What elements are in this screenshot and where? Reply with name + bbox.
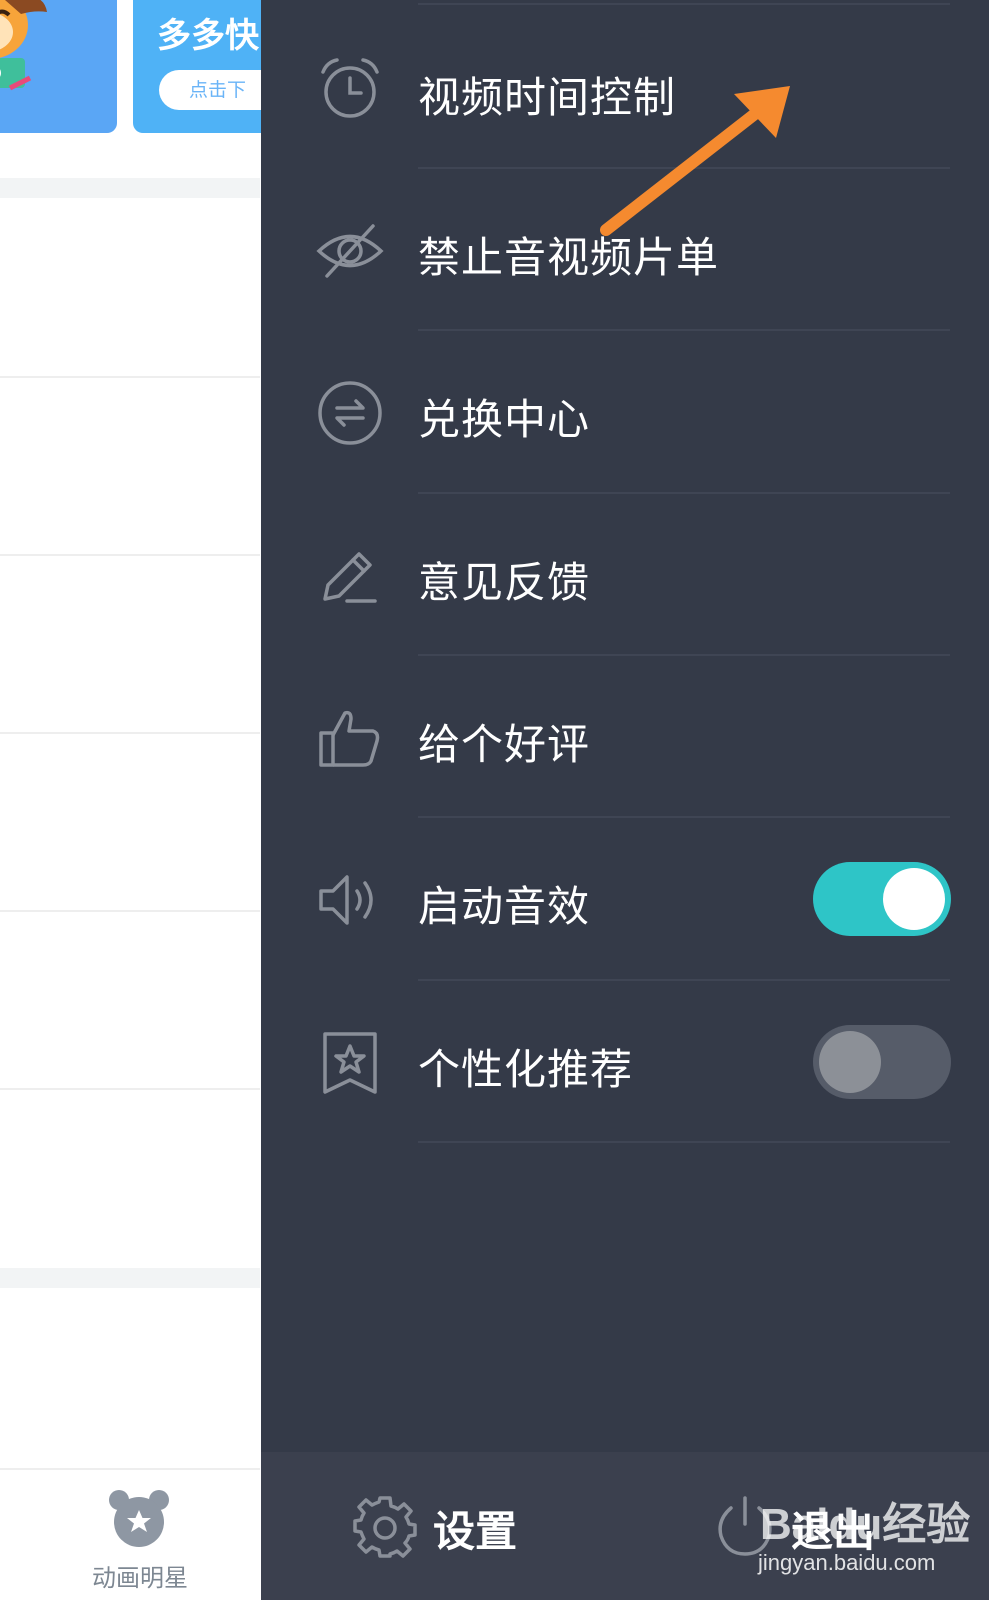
menu-item-personalized-recommendation: 个性化推荐 [261, 980, 989, 1146]
settings-label: 设置 [433, 1507, 518, 1556]
menu-item-label: 禁止音视频片单 [418, 233, 720, 282]
menu-item-label: 视频时间控制 [418, 73, 677, 122]
logout-button[interactable]: 退出 [713, 1452, 953, 1600]
background-app: 多多快 点击下 动画明星 [0, 0, 273, 1602]
exchange-icon [315, 378, 385, 448]
dog-mascot-icon [0, 0, 47, 91]
section-gap [0, 178, 260, 198]
pencil-icon [315, 539, 385, 609]
banner-button[interactable]: 点击下 [159, 70, 273, 110]
alarm-clock-icon [315, 54, 385, 124]
bottom-nav: 动画明星 [0, 1468, 260, 1602]
star-bookmark-icon [315, 1028, 385, 1098]
gear-icon [353, 1496, 417, 1558]
list-item[interactable] [0, 198, 260, 378]
thumbs-up-icon [315, 703, 385, 773]
menu-item-label: 启动音效 [418, 882, 591, 931]
mascot-banner[interactable] [0, 0, 117, 133]
logout-label: 退出 [791, 1507, 876, 1556]
tab-label: 动画明星 [92, 1564, 188, 1592]
side-drawer: 视频时间控制 禁止音视频片单 兑换中心 意见反馈 给个好评 启动音效 个性化推荐… [261, 0, 989, 1600]
list-item[interactable] [0, 912, 260, 1090]
toggle-knob [819, 1031, 881, 1093]
toggle-knob [883, 868, 945, 930]
bear-star-icon [109, 1490, 169, 1547]
list-item[interactable] [0, 556, 260, 734]
menu-item-label: 给个好评 [418, 720, 591, 769]
promo-banner[interactable]: 多多快 点击下 [133, 0, 273, 133]
list-item[interactable] [0, 734, 260, 912]
section-gap [0, 1268, 260, 1288]
menu-item-block-playlist[interactable]: 禁止音视频片单 [261, 168, 989, 334]
settings-button[interactable]: 设置 [353, 1452, 553, 1600]
menu-item-rate-app[interactable]: 给个好评 [261, 655, 989, 821]
divider [418, 1141, 950, 1143]
power-icon [718, 1496, 772, 1556]
list-item[interactable] [0, 378, 260, 556]
menu-item-feedback[interactable]: 意见反馈 [261, 493, 989, 659]
banner-title: 多多快 [157, 16, 259, 56]
eye-off-icon [315, 216, 385, 286]
menu-item-label: 意见反馈 [418, 558, 591, 607]
menu-item-label: 个性化推荐 [418, 1045, 634, 1094]
startup-sound-toggle[interactable] [813, 862, 951, 936]
menu-item-redeem-center[interactable]: 兑换中心 [261, 330, 989, 496]
menu-item-label: 兑换中心 [418, 395, 591, 444]
drawer-footer: 设置 退出 [261, 1452, 989, 1600]
menu-item-startup-sound: 启动音效 [261, 817, 989, 983]
speaker-icon [315, 865, 385, 935]
personalized-recommendation-toggle[interactable] [813, 1025, 951, 1099]
menu-item-video-time-control[interactable]: 视频时间控制 [261, 4, 989, 170]
